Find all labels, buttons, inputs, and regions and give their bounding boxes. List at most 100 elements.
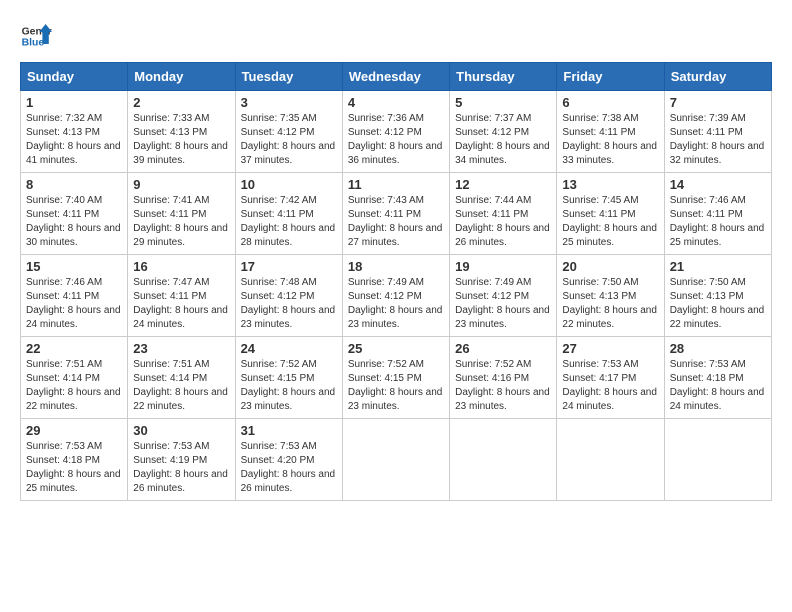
calendar-cell: 10Sunrise: 7:42 AMSunset: 4:11 PMDayligh… xyxy=(235,173,342,255)
day-info: Sunrise: 7:52 AMSunset: 4:15 PMDaylight:… xyxy=(241,358,337,414)
day-info: Sunrise: 7:49 AMSunset: 4:12 PMDaylight:… xyxy=(348,276,444,332)
day-info: Sunrise: 7:53 AMSunset: 4:17 PMDaylight:… xyxy=(562,358,658,414)
day-number: 24 xyxy=(241,341,337,356)
day-number: 4 xyxy=(348,95,444,110)
day-info: Sunrise: 7:41 AMSunset: 4:11 PMDaylight:… xyxy=(133,194,229,250)
week-row-4: 22 Sunrise: 7:51 AMSunset: 4:14 PMDayligh… xyxy=(21,337,772,419)
calendar-cell: 25 Sunrise: 7:52 AMSunset: 4:15 PMDayligh… xyxy=(342,337,449,419)
calendar-cell: 8 Sunrise: 7:40 AMSunset: 4:11 PMDaylight… xyxy=(21,173,128,255)
day-number: 7 xyxy=(670,95,766,110)
svg-text:Blue: Blue xyxy=(22,38,45,49)
calendar-cell xyxy=(450,419,557,501)
day-number: 12 xyxy=(455,177,551,192)
day-info: Sunrise: 7:37 AMSunset: 4:12 PMDaylight:… xyxy=(455,112,551,168)
day-info: Sunrise: 7:53 AMSunset: 4:18 PMDaylight:… xyxy=(26,440,122,496)
calendar-cell: 6 Sunrise: 7:38 AMSunset: 4:11 PMDaylight… xyxy=(557,91,664,173)
day-info: Sunrise: 7:45 AMSunset: 4:11 PMDaylight:… xyxy=(562,194,658,250)
calendar-cell xyxy=(557,419,664,501)
day-number: 8 xyxy=(26,177,122,192)
day-number: 28 xyxy=(670,341,766,356)
day-number: 27 xyxy=(562,341,658,356)
calendar-cell: 22 Sunrise: 7:51 AMSunset: 4:14 PMDayligh… xyxy=(21,337,128,419)
day-info: Sunrise: 7:48 AMSunset: 4:12 PMDaylight:… xyxy=(241,276,337,332)
day-number: 31 xyxy=(241,423,337,438)
logo-icon: General Blue xyxy=(20,20,52,52)
calendar-cell: 5 Sunrise: 7:37 AMSunset: 4:12 PMDaylight… xyxy=(450,91,557,173)
day-number: 14 xyxy=(670,177,766,192)
weekday-header-friday: Friday xyxy=(557,63,664,91)
calendar-cell: 1 Sunrise: 7:32 AMSunset: 4:13 PMDaylight… xyxy=(21,91,128,173)
calendar-cell: 21Sunrise: 7:50 AMSunset: 4:13 PMDayligh… xyxy=(664,255,771,337)
calendar-cell: 30 Sunrise: 7:53 AMSunset: 4:19 PMDayligh… xyxy=(128,419,235,501)
day-number: 20 xyxy=(562,259,658,274)
weekday-header-monday: Monday xyxy=(128,63,235,91)
weekday-header-wednesday: Wednesday xyxy=(342,63,449,91)
day-info: Sunrise: 7:43 AMSunset: 4:11 PMDaylight:… xyxy=(348,194,444,250)
day-number: 13 xyxy=(562,177,658,192)
day-info: Sunrise: 7:39 AMSunset: 4:11 PMDaylight:… xyxy=(670,112,766,168)
week-row-5: 29 Sunrise: 7:53 AMSunset: 4:18 PMDayligh… xyxy=(21,419,772,501)
day-number: 22 xyxy=(26,341,122,356)
day-info: Sunrise: 7:38 AMSunset: 4:11 PMDaylight:… xyxy=(562,112,658,168)
calendar-cell: 27 Sunrise: 7:53 AMSunset: 4:17 PMDayligh… xyxy=(557,337,664,419)
day-number: 17 xyxy=(241,259,337,274)
day-info: Sunrise: 7:35 AMSunset: 4:12 PMDaylight:… xyxy=(241,112,337,168)
day-number: 19 xyxy=(455,259,551,274)
calendar-cell: 19 Sunrise: 7:49 AMSunset: 4:12 PMDayligh… xyxy=(450,255,557,337)
calendar-cell: 16Sunrise: 7:47 AMSunset: 4:11 PMDayligh… xyxy=(128,255,235,337)
calendar-cell: 20 Sunrise: 7:50 AMSunset: 4:13 PMDayligh… xyxy=(557,255,664,337)
day-number: 5 xyxy=(455,95,551,110)
day-number: 9 xyxy=(133,177,229,192)
day-number: 11 xyxy=(348,177,444,192)
day-number: 1 xyxy=(26,95,122,110)
day-number: 16 xyxy=(133,259,229,274)
day-info: Sunrise: 7:50 AMSunset: 4:13 PMDaylight:… xyxy=(562,276,658,332)
week-row-1: 1 Sunrise: 7:32 AMSunset: 4:13 PMDaylight… xyxy=(21,91,772,173)
day-number: 2 xyxy=(133,95,229,110)
calendar-cell: 15 Sunrise: 7:46 AMSunset: 4:11 PMDayligh… xyxy=(21,255,128,337)
day-info: Sunrise: 7:46 AMSunset: 4:11 PMDaylight:… xyxy=(26,276,122,332)
day-number: 3 xyxy=(241,95,337,110)
weekday-header-thursday: Thursday xyxy=(450,63,557,91)
day-number: 26 xyxy=(455,341,551,356)
day-info: Sunrise: 7:44 AMSunset: 4:11 PMDaylight:… xyxy=(455,194,551,250)
day-number: 30 xyxy=(133,423,229,438)
calendar-cell: 12 Sunrise: 7:44 AMSunset: 4:11 PMDayligh… xyxy=(450,173,557,255)
day-info: Sunrise: 7:53 AMSunset: 4:20 PMDaylight:… xyxy=(241,440,337,496)
calendar-cell: 23 Sunrise: 7:51 AMSunset: 4:14 PMDayligh… xyxy=(128,337,235,419)
day-info: Sunrise: 7:32 AMSunset: 4:13 PMDaylight:… xyxy=(26,112,122,168)
day-number: 23 xyxy=(133,341,229,356)
calendar-cell: 13 Sunrise: 7:45 AMSunset: 4:11 PMDayligh… xyxy=(557,173,664,255)
day-info: Sunrise: 7:53 AMSunset: 4:19 PMDaylight:… xyxy=(133,440,229,496)
day-number: 6 xyxy=(562,95,658,110)
weekday-header-sunday: Sunday xyxy=(21,63,128,91)
weekday-header-saturday: Saturday xyxy=(664,63,771,91)
calendar-cell: 3 Sunrise: 7:35 AMSunset: 4:12 PMDaylight… xyxy=(235,91,342,173)
calendar-cell: 24 Sunrise: 7:52 AMSunset: 4:15 PMDayligh… xyxy=(235,337,342,419)
week-row-3: 15 Sunrise: 7:46 AMSunset: 4:11 PMDayligh… xyxy=(21,255,772,337)
calendar-cell: 9 Sunrise: 7:41 AMSunset: 4:11 PMDaylight… xyxy=(128,173,235,255)
day-info: Sunrise: 7:51 AMSunset: 4:14 PMDaylight:… xyxy=(133,358,229,414)
calendar-cell: 4Sunrise: 7:36 AMSunset: 4:12 PMDaylight… xyxy=(342,91,449,173)
page-header: General Blue xyxy=(20,20,772,52)
day-number: 15 xyxy=(26,259,122,274)
calendar-cell: 18 Sunrise: 7:49 AMSunset: 4:12 PMDayligh… xyxy=(342,255,449,337)
day-info: Sunrise: 7:49 AMSunset: 4:12 PMDaylight:… xyxy=(455,276,551,332)
day-info: Sunrise: 7:51 AMSunset: 4:14 PMDaylight:… xyxy=(26,358,122,414)
day-number: 29 xyxy=(26,423,122,438)
calendar-cell xyxy=(342,419,449,501)
calendar-cell: 17 Sunrise: 7:48 AMSunset: 4:12 PMDayligh… xyxy=(235,255,342,337)
calendar-cell: 7 Sunrise: 7:39 AMSunset: 4:11 PMDaylight… xyxy=(664,91,771,173)
calendar-cell: 26Sunrise: 7:52 AMSunset: 4:16 PMDayligh… xyxy=(450,337,557,419)
day-info: Sunrise: 7:52 AMSunset: 4:15 PMDaylight:… xyxy=(348,358,444,414)
day-number: 21 xyxy=(670,259,766,274)
day-info: Sunrise: 7:46 AMSunset: 4:11 PMDaylight:… xyxy=(670,194,766,250)
calendar-cell xyxy=(664,419,771,501)
day-number: 10 xyxy=(241,177,337,192)
calendar-cell: 2Sunrise: 7:33 AMSunset: 4:13 PMDaylight… xyxy=(128,91,235,173)
logo: General Blue xyxy=(20,20,56,52)
day-number: 18 xyxy=(348,259,444,274)
day-number: 25 xyxy=(348,341,444,356)
day-info: Sunrise: 7:40 AMSunset: 4:11 PMDaylight:… xyxy=(26,194,122,250)
week-row-2: 8 Sunrise: 7:40 AMSunset: 4:11 PMDaylight… xyxy=(21,173,772,255)
